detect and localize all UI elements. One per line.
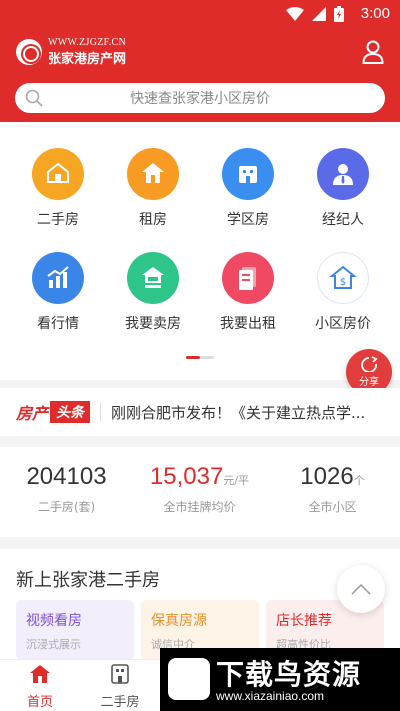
grid-item-market-trend[interactable]: 看行情 (8, 252, 108, 333)
house-hand-icon (32, 148, 84, 200)
house-rent-icon (127, 148, 179, 200)
pager-dot-active (186, 356, 200, 359)
lease-document-icon (222, 252, 274, 304)
search-icon (25, 89, 43, 107)
home-icon (30, 665, 50, 683)
scroll-to-top-button[interactable] (337, 565, 385, 613)
status-time: 3:00 (360, 5, 390, 22)
battery-icon (334, 6, 344, 22)
stat-unit: 个 (353, 474, 365, 487)
sell-house-icon (127, 252, 179, 304)
watermark-url: www.xiazainiao.com (216, 689, 325, 703)
news-text[interactable]: 刚刚合肥市发布！《关于建立热点学... (111, 402, 376, 423)
agent-icon (317, 148, 369, 200)
grid-pager (186, 356, 214, 359)
stat-label: 全市挂牌均价 (163, 500, 236, 514)
wifi-icon (286, 7, 304, 21)
share-icon (361, 356, 378, 372)
stat-listings[interactable]: 204103 二手房(套) (0, 463, 133, 515)
feature-title: 店长推荐 (276, 613, 332, 629)
logo-url: WWW.ZJGZF.CN (48, 37, 126, 48)
section-title: 新上张家港二手房 (16, 570, 160, 591)
market-stats: 204103 二手房(套) 15,037元/平 全市挂牌均价 1026个 全市小… (0, 447, 400, 537)
stat-label: 全市小区 (308, 500, 357, 514)
watermark-logo-icon (168, 658, 210, 700)
svg-text:$: $ (340, 277, 346, 288)
new-listings-section: 新上张家港二手房 视频看房 沉浸式展示 保真房源 诚信中介 店长推荐 超高性价比 (0, 549, 400, 660)
news-divider (100, 402, 102, 422)
trend-chart-icon (32, 252, 84, 304)
user-profile-icon[interactable] (362, 40, 384, 64)
tab-home[interactable]: 首页 (0, 664, 80, 710)
watermark-text: 下载鸟资源 (216, 658, 362, 691)
grid-item-community-price[interactable]: $ 小区房价 (293, 252, 393, 333)
grid-item-lease-out[interactable]: 我要出租 (198, 252, 298, 333)
stat-value: 204103 (26, 463, 107, 490)
stat-communities[interactable]: 1026个 全市小区 (266, 463, 399, 515)
watermark-overlay: 下载鸟资源 www.xiazainiao.com (160, 648, 400, 711)
feature-title: 保真房源 (151, 613, 207, 629)
tab-second-hand[interactable]: 二手房 (80, 664, 160, 710)
chevron-up-icon (351, 583, 371, 595)
feature-video-tour[interactable]: 视频看房 沉浸式展示 (16, 600, 134, 660)
logo-name: 张家港房产网 (48, 52, 127, 67)
grid-label: 小区房价 (315, 316, 371, 332)
house-price-icon: $ (317, 252, 369, 304)
grid-label: 看行情 (37, 316, 79, 332)
grid-item-agent[interactable]: 经纪人 (293, 148, 393, 229)
stat-value: 15,037 (149, 463, 224, 490)
pager-dot (200, 356, 214, 359)
search-placeholder: 快速查张家港小区房价 (130, 91, 270, 107)
news-logo: 房产 头条 (16, 400, 91, 424)
grid-label: 我要卖房 (125, 316, 181, 332)
signal-icon (312, 7, 326, 21)
stat-unit: 元/平 (223, 474, 250, 487)
building-icon (111, 664, 129, 684)
grid-item-second-hand[interactable]: 二手房 (8, 148, 108, 229)
news-headline[interactable]: 房产 头条 刚刚合肥市发布！《关于建立热点学... (0, 388, 400, 436)
share-label: 分享 (359, 377, 379, 388)
app-header: WWW.ZJGZF.CN 张家港房产网 快速查张家港小区房价 (0, 28, 400, 122)
grid-label: 二手房 (37, 212, 79, 228)
search-bar[interactable]: 快速查张家港小区房价 (15, 83, 385, 113)
logo-icon (16, 39, 42, 65)
grid-label: 租房 (139, 212, 167, 228)
feature-title: 视频看房 (26, 613, 82, 629)
stat-avg-price[interactable]: 15,037元/平 全市挂牌均价 (133, 463, 266, 515)
status-icons (286, 6, 344, 22)
stat-label: 二手房(套) (37, 500, 96, 514)
grid-label: 我要出租 (220, 316, 276, 332)
grid-label: 学区房 (227, 212, 269, 228)
news-logo-a: 房产 (16, 404, 49, 423)
tab-label: 首页 (26, 695, 53, 710)
grid-item-school-district[interactable]: 学区房 (198, 148, 298, 229)
tab-label: 二手房 (100, 695, 140, 710)
grid-item-sell-house[interactable]: 我要卖房 (103, 252, 203, 333)
feature-sub: 沉浸式展示 (26, 638, 81, 651)
status-bar: 3:00 (0, 0, 400, 28)
stat-value: 1026 (300, 463, 354, 490)
news-logo-b: 头条 (50, 401, 91, 423)
grid-item-rent[interactable]: 租房 (103, 148, 203, 229)
feature-grid: 二手房 租房 学区房 经纪人 看行情 我要卖房 我要出租 $ 小区房价 (0, 122, 400, 380)
grid-label: 经纪人 (322, 212, 364, 228)
school-building-icon (222, 148, 274, 200)
app-logo[interactable]: WWW.ZJGZF.CN 张家港房产网 (16, 37, 126, 67)
